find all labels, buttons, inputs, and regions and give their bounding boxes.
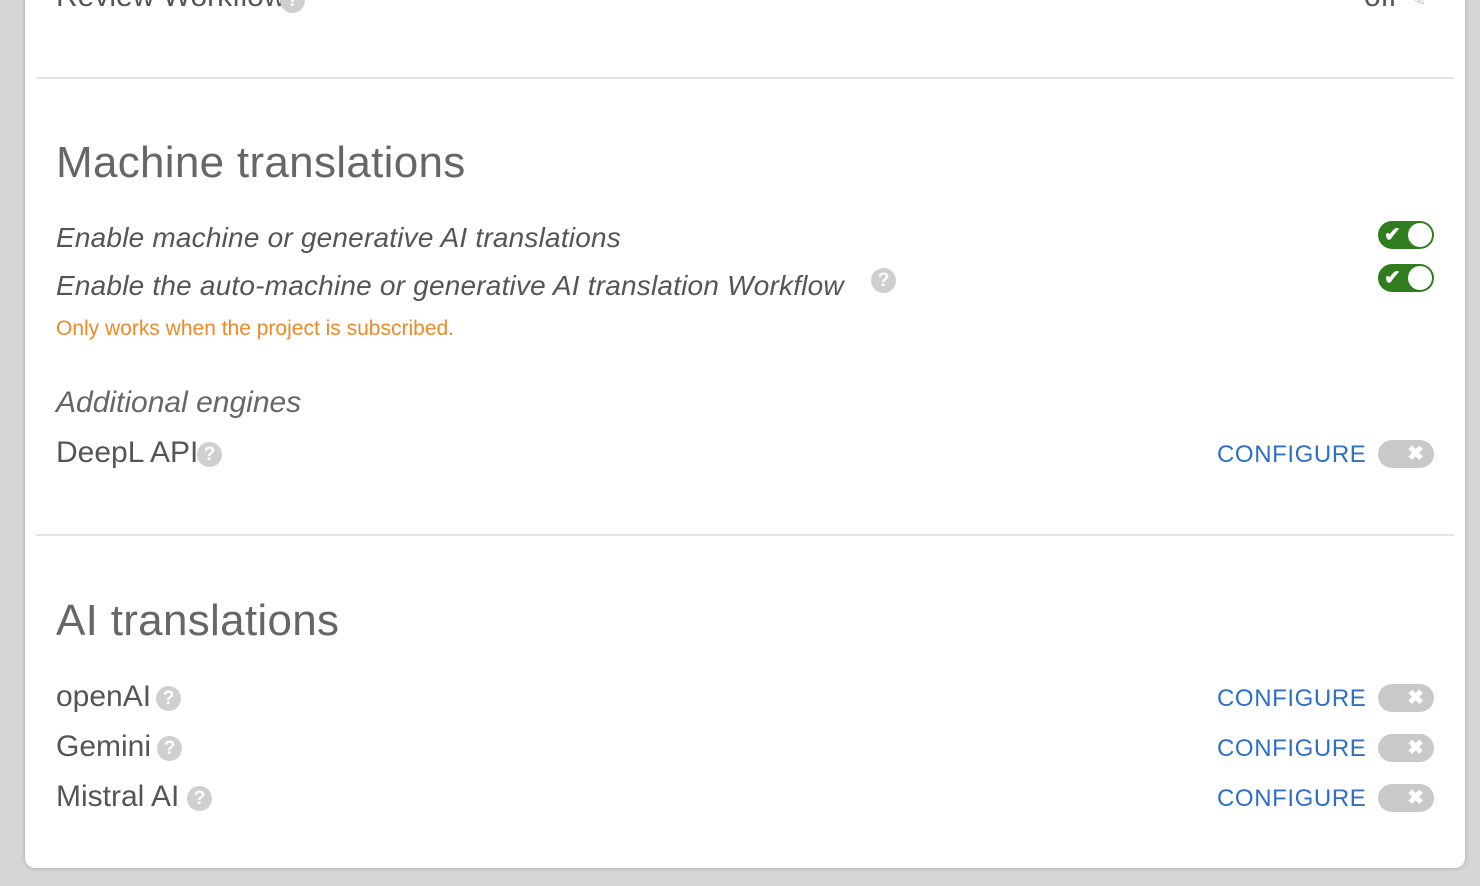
gemini-help-icon[interactable]: ? <box>157 736 182 761</box>
check-icon: ✔ <box>1384 267 1401 289</box>
deepl-toggle[interactable]: ✖ <box>1378 440 1434 468</box>
openai-toggle[interactable]: ✖ <box>1378 684 1434 712</box>
check-icon: ✔ <box>1384 224 1401 246</box>
enable-auto-workflow-toggle[interactable]: ✔ <box>1378 264 1434 292</box>
toggle-knob <box>1408 223 1432 247</box>
toggle-knob <box>1408 266 1432 290</box>
gemini-toggle[interactable]: ✖ <box>1378 734 1434 762</box>
subscription-warning: Only works when the project is subscribe… <box>56 317 455 340</box>
gemini-label: Gemini <box>56 730 152 763</box>
mistral-help-icon[interactable]: ? <box>187 786 212 811</box>
review-workflow-value: off <box>1364 0 1397 14</box>
mistral-configure-button[interactable]: CONFIGURE <box>1217 785 1366 813</box>
cross-icon: ✖ <box>1407 787 1424 809</box>
review-workflow-label: Review Workflow <box>56 0 286 14</box>
enable-machine-translations-label: Enable machine or generative AI translat… <box>56 222 621 253</box>
additional-engines-label: Additional engines <box>56 386 302 419</box>
mistral-label: Mistral AI <box>56 780 180 813</box>
section-divider <box>36 77 1454 79</box>
deepl-configure-button[interactable]: CONFIGURE <box>1217 441 1366 469</box>
openai-help-icon[interactable]: ? <box>156 686 181 711</box>
section-divider <box>36 534 1454 536</box>
cross-icon: ✖ <box>1407 737 1424 759</box>
openai-label: openAI <box>56 680 152 713</box>
mistral-toggle[interactable]: ✖ <box>1378 784 1434 812</box>
openai-configure-button[interactable]: CONFIGURE <box>1217 685 1366 713</box>
edit-icon[interactable]: ✎ <box>1408 0 1426 12</box>
machine-translations-heading: Machine translations <box>56 138 466 187</box>
deepl-help-icon[interactable]: ? <box>197 442 222 467</box>
gemini-configure-button[interactable]: CONFIGURE <box>1217 735 1366 763</box>
ai-translations-heading: AI translations <box>56 596 340 645</box>
cross-icon: ✖ <box>1407 687 1424 709</box>
deepl-label: DeepL API <box>56 436 199 469</box>
auto-workflow-help-icon[interactable]: ? <box>871 268 896 293</box>
enable-auto-workflow-label: Enable the auto-machine or generative AI… <box>56 270 844 301</box>
enable-machine-translations-toggle[interactable]: ✔ <box>1378 221 1434 249</box>
cross-icon: ✖ <box>1407 443 1424 465</box>
